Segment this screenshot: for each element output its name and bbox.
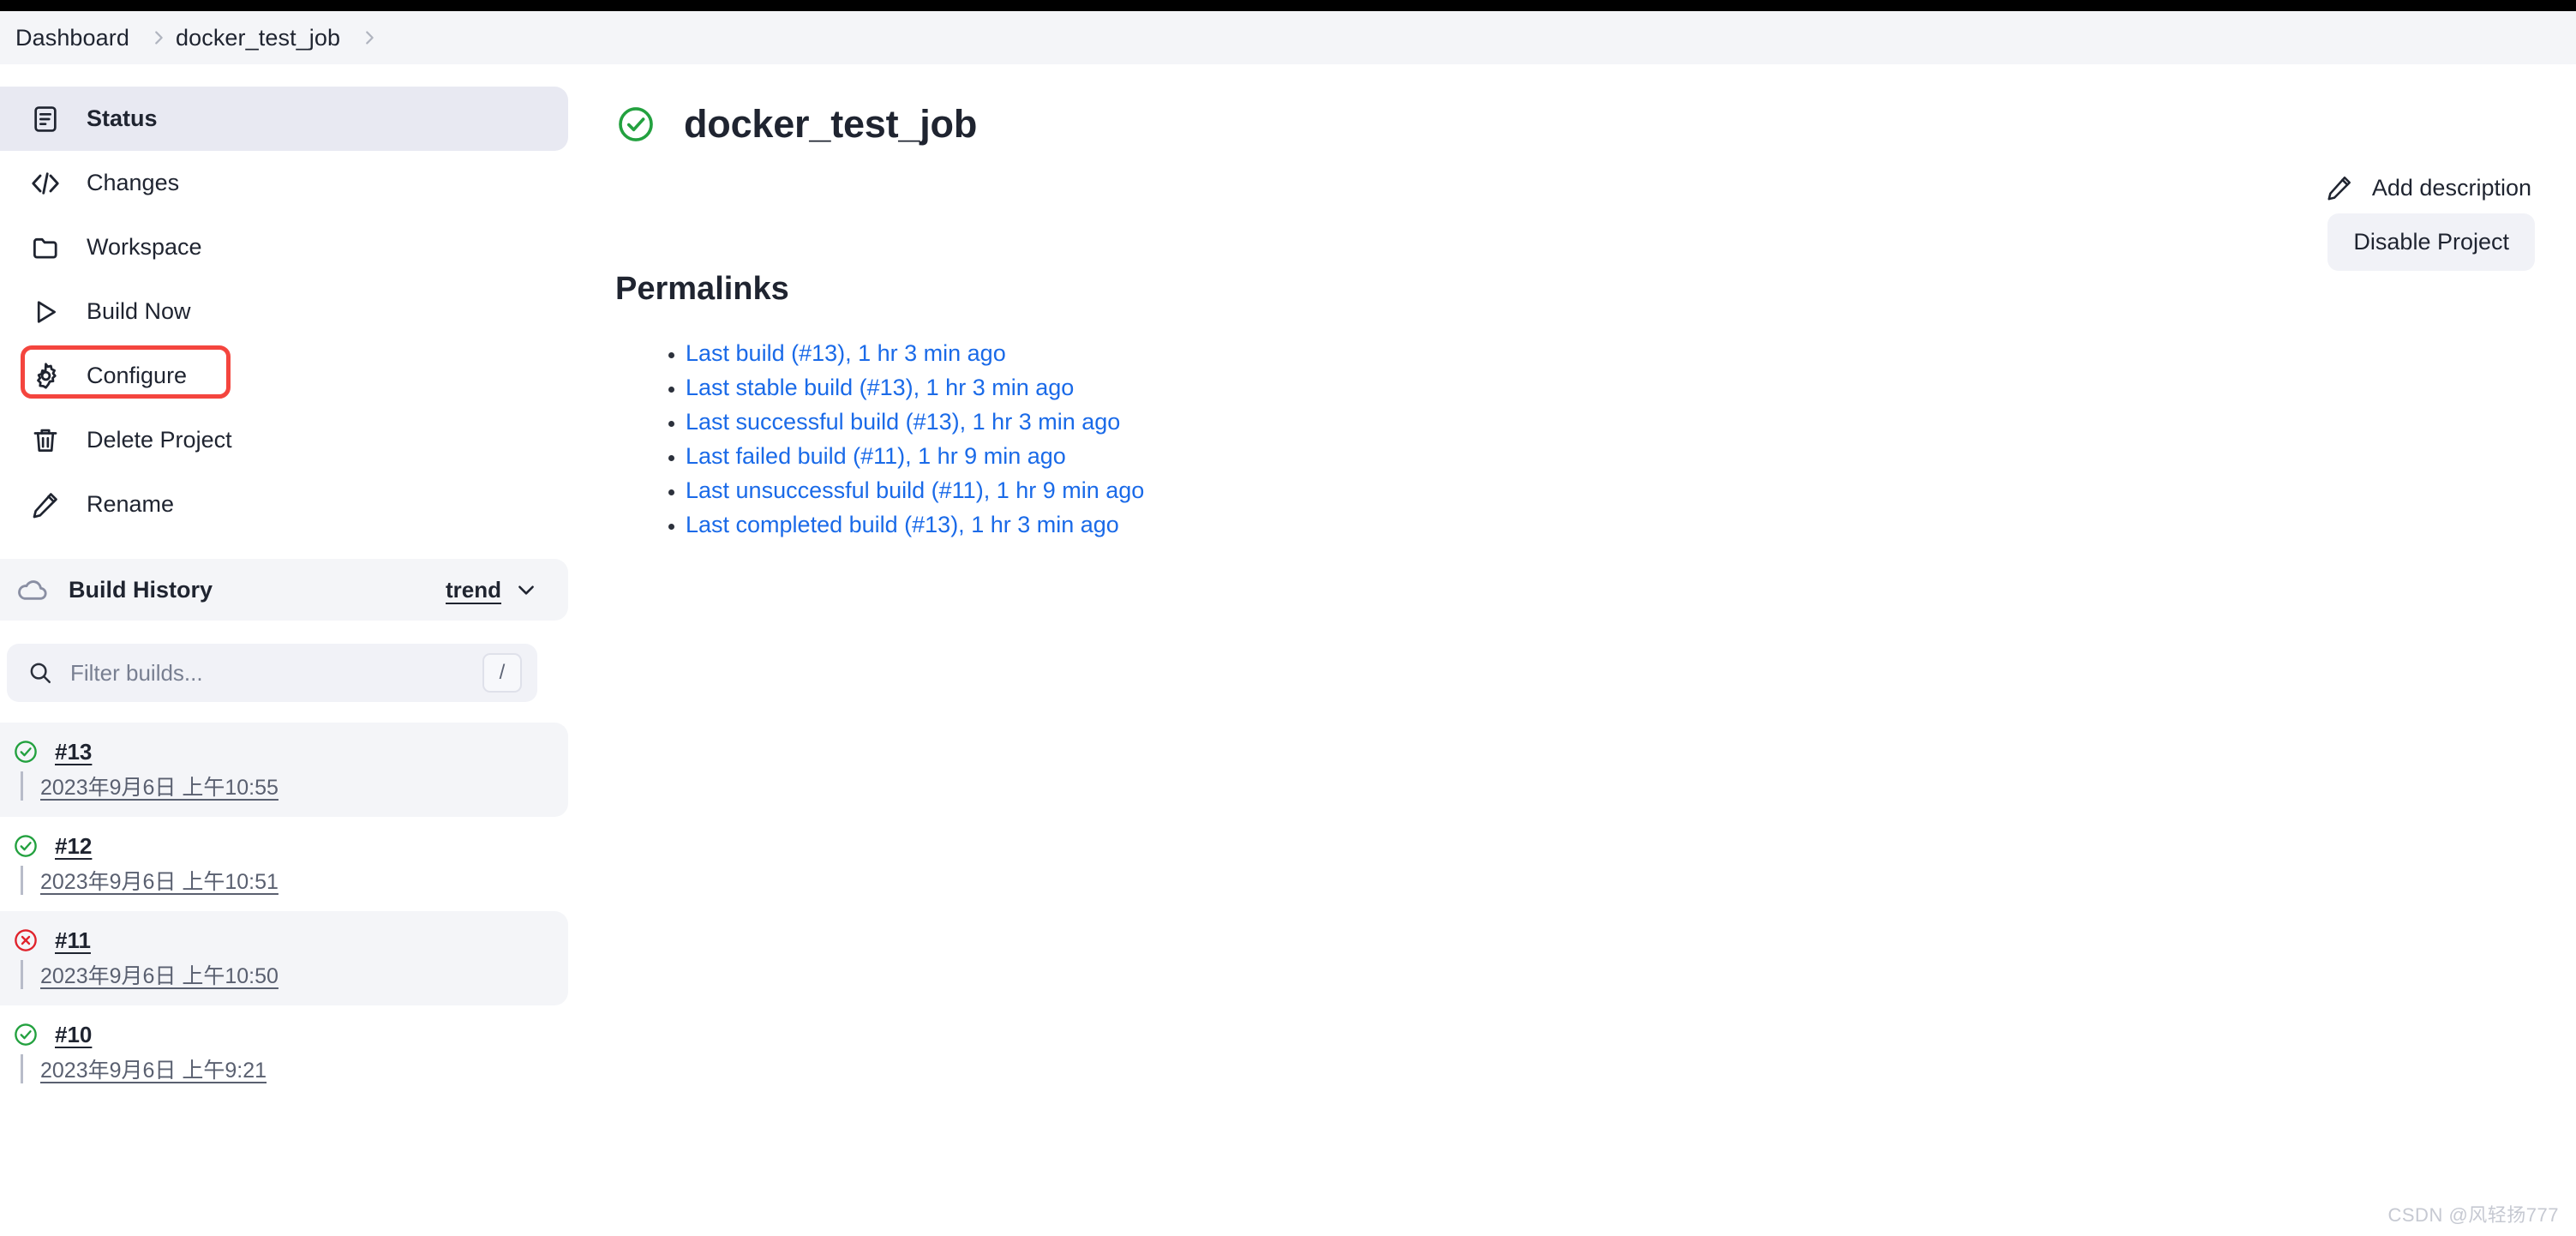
build-bar	[21, 960, 23, 989]
build-history-title: Build History	[69, 576, 213, 603]
build-history-header: Build History trend	[0, 559, 568, 621]
build-row[interactable]: #11 2023年9月6日 上午10:50	[0, 911, 568, 1005]
build-bar	[21, 866, 23, 895]
code-icon	[27, 165, 63, 201]
build-row[interactable]: #13 2023年9月6日 上午10:55	[0, 723, 568, 817]
build-date-link[interactable]: 2023年9月6日 上午10:50	[40, 959, 279, 990]
build-number-link[interactable]: #11	[55, 927, 91, 954]
sidebar-item-label: Changes	[87, 170, 180, 195]
breadcrumb-item-dashboard[interactable]: Dashboard	[15, 25, 141, 51]
disable-project-button[interactable]: Disable Project	[2327, 213, 2535, 271]
permalink-last-failed-build[interactable]: Last failed build (#11), 1 hr 9 min ago	[686, 443, 1066, 469]
build-bar	[21, 771, 23, 801]
build-row[interactable]: #10 2023年9月6日 上午9:21	[0, 1005, 568, 1100]
permalink-last-build[interactable]: Last build (#13), 1 hr 3 min ago	[686, 340, 1006, 366]
filter-builds-input[interactable]	[70, 659, 465, 687]
sidebar-item-configure[interactable]: Configure	[0, 344, 568, 408]
sidebar-item-label: Build Now	[87, 298, 191, 324]
main-content: docker_test_job Add description Disable …	[568, 64, 2576, 1236]
job-actions: Add description Disable Project	[2326, 174, 2535, 271]
sidebar-item-label: Workspace	[87, 234, 202, 260]
cloud-icon	[15, 573, 50, 607]
job-status-success-icon	[615, 104, 656, 145]
build-number-link[interactable]: #13	[55, 739, 92, 765]
sidebar: Status Changes Workspace Build Now Confi…	[0, 64, 568, 1236]
list-item: Last completed build (#13), 1 hr 3 min a…	[686, 512, 2576, 538]
list-item: Last successful build (#13), 1 hr 3 min …	[686, 409, 2576, 435]
breadcrumb-item-job[interactable]: docker_test_job	[176, 25, 352, 51]
keyboard-shortcut-badge: /	[482, 653, 522, 693]
sidebar-nav: Status Changes Workspace Build Now Confi…	[0, 87, 568, 537]
status-success-icon	[12, 738, 39, 765]
build-history-list: #13 2023年9月6日 上午10:55 #12 2023年9月6日 上午10…	[0, 723, 568, 1100]
sidebar-item-delete-project[interactable]: Delete Project	[0, 408, 568, 472]
play-icon	[27, 294, 63, 330]
build-date-link[interactable]: 2023年9月6日 上午10:51	[40, 865, 279, 896]
list-item: Last unsuccessful build (#11), 1 hr 9 mi…	[686, 477, 2576, 504]
folder-icon	[27, 230, 63, 266]
permalink-last-completed-build[interactable]: Last completed build (#13), 1 hr 3 min a…	[686, 512, 1119, 537]
permalink-last-stable-build[interactable]: Last stable build (#13), 1 hr 3 min ago	[686, 375, 1074, 400]
sidebar-item-label: Rename	[87, 491, 175, 517]
breadcrumb: Dashboard docker_test_job	[0, 11, 2576, 64]
status-success-icon	[12, 1021, 39, 1048]
sidebar-item-status[interactable]: Status	[0, 87, 568, 151]
sidebar-item-build-now[interactable]: Build Now	[0, 279, 568, 344]
chevron-down-icon	[515, 579, 537, 601]
top-black-bar	[0, 0, 2576, 11]
document-icon	[27, 101, 63, 137]
permalinks-list: Last build (#13), 1 hr 3 min ago Last st…	[615, 340, 2576, 538]
trash-icon	[27, 423, 63, 459]
search-icon	[27, 660, 53, 686]
permalinks-heading: Permalinks	[615, 271, 789, 307]
job-header: docker_test_job	[615, 102, 2576, 147]
page-title: docker_test_job	[684, 102, 978, 146]
permalinks-section: Permalinks Last build (#13), 1 hr 3 min …	[615, 271, 2576, 538]
permalink-last-successful-build[interactable]: Last successful build (#13), 1 hr 3 min …	[686, 409, 1120, 435]
build-bar	[21, 1054, 23, 1083]
chevron-right-icon	[141, 28, 176, 47]
sidebar-item-rename[interactable]: Rename	[0, 472, 568, 537]
add-description-label: Add description	[2371, 174, 2531, 201]
sidebar-item-label: Configure	[87, 363, 188, 388]
build-number-link[interactable]: #10	[55, 1022, 92, 1048]
build-date-link[interactable]: 2023年9月6日 上午9:21	[40, 1053, 267, 1084]
page-body: Status Changes Workspace Build Now Confi…	[0, 64, 2576, 1236]
list-item: Last failed build (#11), 1 hr 9 min ago	[686, 443, 2576, 470]
list-item: Last stable build (#13), 1 hr 3 min ago	[686, 375, 2576, 401]
build-date-link[interactable]: 2023年9月6日 上午10:55	[40, 771, 279, 801]
build-row[interactable]: #12 2023年9月6日 上午10:51	[0, 817, 568, 911]
status-success-icon	[12, 832, 39, 860]
chevron-right-icon	[352, 28, 386, 47]
filter-builds-container[interactable]: /	[7, 644, 537, 702]
watermark: CSDN @风轻扬777	[2387, 1204, 2559, 1226]
sidebar-item-label: Status	[87, 105, 158, 131]
gear-icon	[27, 358, 63, 394]
pencil-icon	[2326, 174, 2353, 201]
build-history-trend-toggle[interactable]: trend	[446, 577, 537, 603]
status-failed-icon	[12, 927, 39, 954]
pencil-icon	[27, 487, 63, 523]
build-number-link[interactable]: #12	[55, 833, 92, 860]
sidebar-item-label: Delete Project	[87, 427, 232, 453]
trend-label: trend	[446, 576, 501, 603]
add-description-button[interactable]: Add description	[2326, 174, 2535, 201]
list-item: Last build (#13), 1 hr 3 min ago	[686, 340, 2576, 367]
sidebar-item-changes[interactable]: Changes	[0, 151, 568, 215]
permalink-last-unsuccessful-build[interactable]: Last unsuccessful build (#11), 1 hr 9 mi…	[686, 477, 1144, 503]
sidebar-item-workspace[interactable]: Workspace	[0, 215, 568, 279]
